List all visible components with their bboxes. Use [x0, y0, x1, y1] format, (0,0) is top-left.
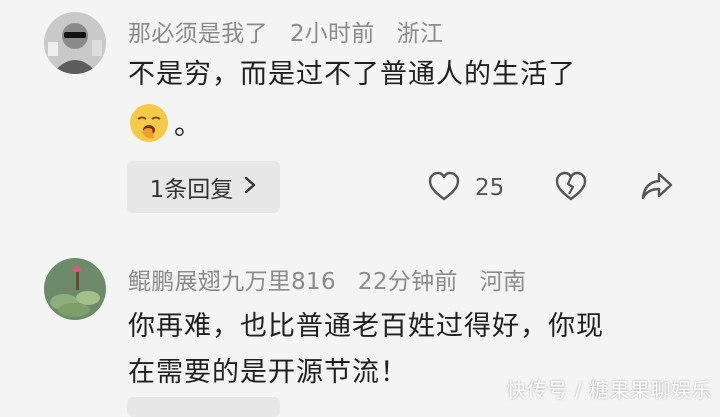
comment-actions: 25 — [0, 168, 720, 208]
broken-heart-icon — [554, 170, 588, 206]
comment-text: 不是穷，而是过不了普通人的生活了 — [128, 59, 576, 90]
heart-outline-icon — [427, 170, 461, 206]
comment-meta: 那必须是我了 2小时前 浙江 — [128, 14, 465, 48]
timestamp: 2小时前 — [289, 21, 375, 47]
timestamp: 22分钟前 — [357, 269, 458, 295]
watermark: 快传号 / 糖果果聊娱乐 — [506, 378, 712, 402]
like-count: 25 — [475, 175, 505, 201]
view-replies-button[interactable] — [127, 397, 280, 417]
comment-meta: 鲲鹏展翅九万里816 22分钟前 河南 — [128, 262, 548, 296]
share-button[interactable] — [640, 168, 674, 208]
yawning-face-emoji-icon — [128, 102, 170, 144]
comment-item: 那必须是我了 2小时前 浙江 不是穷，而是过不了普通人的生活了 。 1条回复 2… — [0, 0, 720, 232]
username[interactable]: 那必须是我了 — [128, 21, 268, 47]
location: 河南 — [479, 269, 527, 295]
comment-text-period: 。 — [174, 108, 203, 141]
dislike-button[interactable] — [554, 168, 588, 208]
avatar[interactable] — [44, 258, 106, 320]
location: 浙江 — [396, 21, 444, 47]
comment-text-continuation: 。 — [128, 102, 202, 144]
comment-text-line: 你再难，也比普通老百姓过得好，你现 — [128, 311, 604, 342]
share-arrow-icon — [640, 170, 674, 206]
avatar[interactable] — [44, 12, 106, 74]
like-button[interactable]: 25 — [427, 168, 504, 208]
username[interactable]: 鲲鹏展翅九万里816 — [128, 269, 336, 295]
